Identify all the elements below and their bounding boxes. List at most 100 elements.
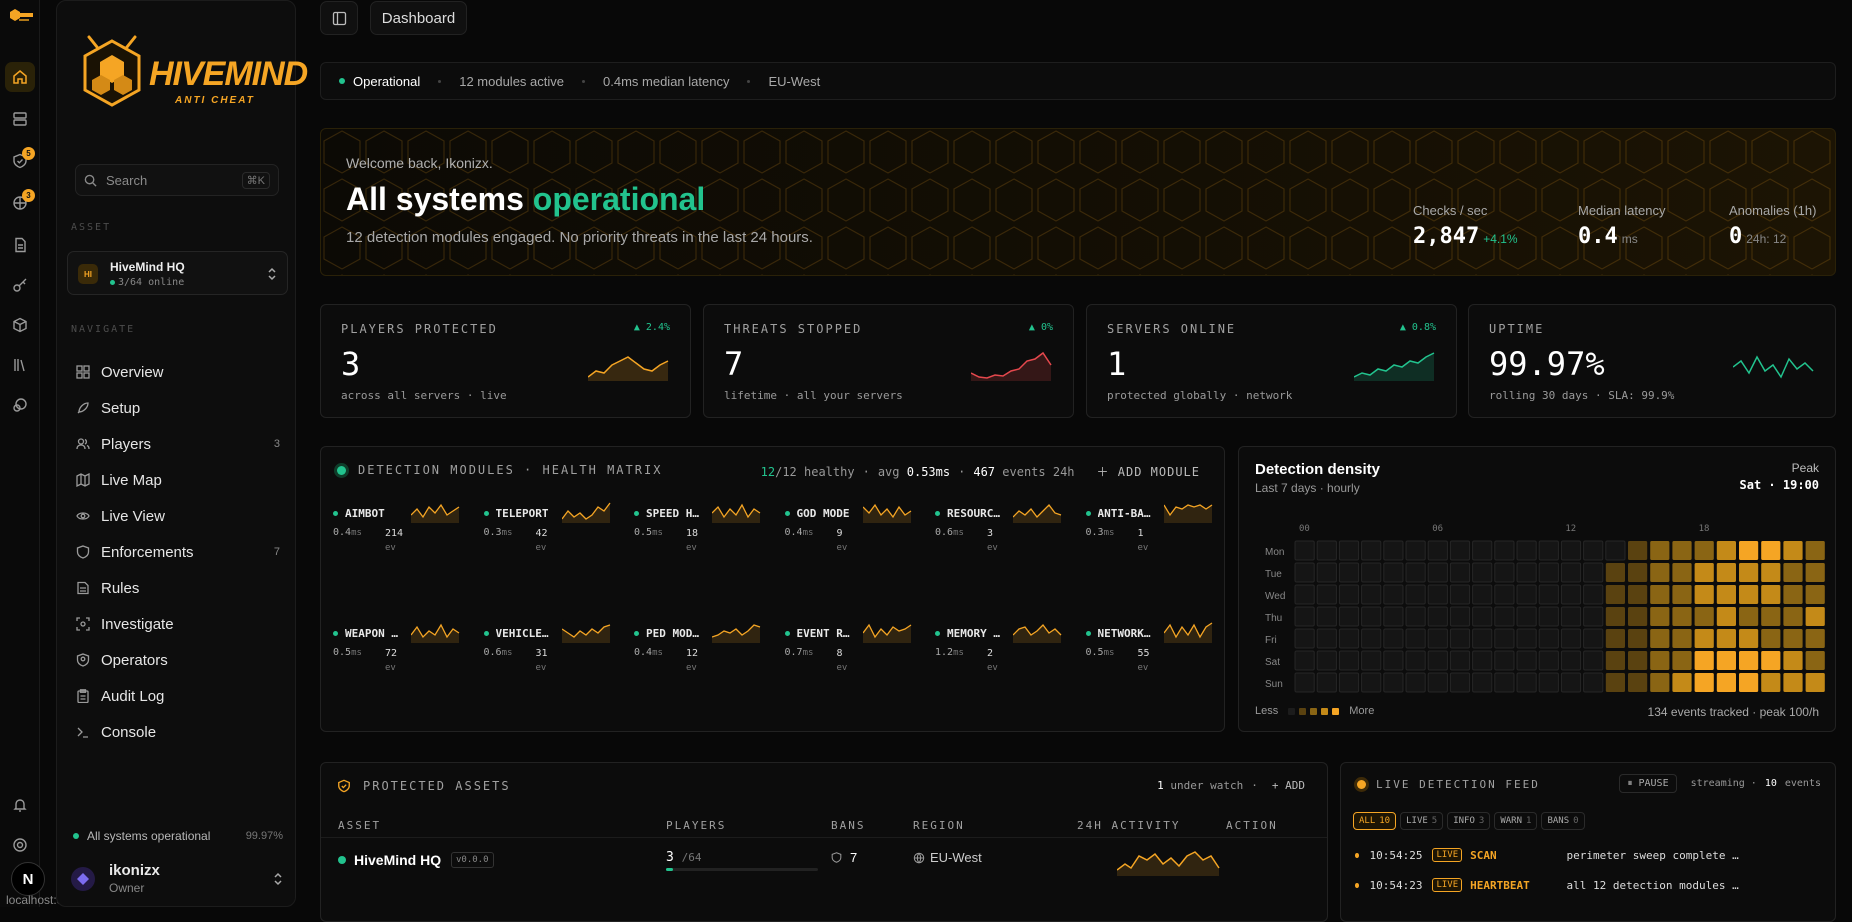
heatmap-cell[interactable] xyxy=(1516,628,1537,649)
rail-palette-button[interactable] xyxy=(5,390,35,420)
add-module-button[interactable]: ＋ ADD MODULE xyxy=(1097,463,1200,480)
heatmap-cell[interactable] xyxy=(1560,628,1582,649)
module-card[interactable]: NETWORK… 0.5ms 55 ev xyxy=(1085,622,1232,687)
heatmap-cell[interactable] xyxy=(1583,672,1604,693)
heatmap-cell[interactable] xyxy=(1650,629,1670,648)
heatmap-cell[interactable] xyxy=(1672,585,1692,604)
module-card[interactable]: TELEPORT 0.3ms 42 ev xyxy=(483,502,630,567)
heatmap-cell[interactable] xyxy=(1716,629,1736,648)
heatmap-cell[interactable] xyxy=(1628,585,1648,604)
module-card[interactable]: AIMBOT 0.4ms 214 ev xyxy=(333,503,479,567)
module-card[interactable]: RESOURC… 0.6ms 3 ev xyxy=(935,504,1081,567)
heatmap-cell[interactable] xyxy=(1494,650,1515,671)
heatmap-cell[interactable] xyxy=(1338,584,1360,605)
heatmap-cell[interactable] xyxy=(1338,628,1360,649)
heatmap-cell[interactable] xyxy=(1538,540,1559,561)
heatmap-cell[interactable] xyxy=(1694,607,1714,626)
heatmap-cell[interactable] xyxy=(1716,563,1736,582)
sidebar-item-audit-log[interactable]: Audit Log xyxy=(67,681,288,711)
heatmap-cell[interactable] xyxy=(1427,606,1448,627)
heatmap-cell[interactable] xyxy=(1294,672,1315,693)
heatmap-cell[interactable] xyxy=(1628,629,1648,648)
heatmap-cell[interactable] xyxy=(1583,606,1604,627)
heatmap-cell[interactable] xyxy=(1605,585,1625,604)
heatmap-cell[interactable] xyxy=(1449,628,1471,649)
heatmap-cell[interactable] xyxy=(1805,629,1825,648)
heatmap-cell[interactable] xyxy=(1583,540,1604,561)
heatmap-cell[interactable] xyxy=(1472,650,1493,671)
heatmap-cell[interactable] xyxy=(1516,672,1537,693)
heatmap-cell[interactable] xyxy=(1316,584,1337,605)
module-card[interactable]: PED MOD… 0.4ms 12 ev xyxy=(634,624,780,687)
feed-tab-live[interactable]: LIVE 5 xyxy=(1400,812,1444,830)
module-card[interactable]: ANTI-BA… 0.3ms 1 ev xyxy=(1085,504,1232,567)
heatmap-cell[interactable] xyxy=(1739,651,1759,670)
heatmap-cell[interactable] xyxy=(1316,540,1337,561)
rail-keys-button[interactable] xyxy=(5,270,35,300)
heatmap-cell[interactable] xyxy=(1538,584,1559,605)
heatmap-cell[interactable] xyxy=(1805,651,1825,670)
heatmap-cell[interactable] xyxy=(1316,650,1337,671)
heatmap-cell[interactable] xyxy=(1761,651,1781,670)
heatmap-cell[interactable] xyxy=(1405,606,1426,627)
heatmap-cell[interactable] xyxy=(1494,540,1515,561)
module-card[interactable]: EVENT R… 0.7ms 8 ev xyxy=(784,623,931,687)
heatmap-cell[interactable] xyxy=(1761,629,1781,648)
heatmap-cell[interactable] xyxy=(1449,584,1471,605)
heatmap-cell[interactable] xyxy=(1783,607,1803,626)
heatmap-cell[interactable] xyxy=(1628,563,1648,582)
heatmap-cell[interactable] xyxy=(1516,540,1537,561)
sidebar-item-players[interactable]: Players 3 xyxy=(67,429,288,459)
heatmap-cell[interactable] xyxy=(1449,562,1471,583)
sidebar-item-live-map[interactable]: Live Map xyxy=(67,465,288,495)
user-menu[interactable]: ikonizx Owner xyxy=(71,859,285,899)
workspace-avatar[interactable]: N xyxy=(11,862,45,896)
heatmap-cell[interactable] xyxy=(1761,541,1781,560)
heatmap-cell[interactable] xyxy=(1716,673,1736,692)
heatmap-cell[interactable] xyxy=(1472,540,1493,561)
heatmap-cell[interactable] xyxy=(1449,672,1471,693)
heatmap-cell[interactable] xyxy=(1761,673,1781,692)
heatmap-cell[interactable] xyxy=(1739,673,1759,692)
rail-shield-button[interactable]: 5 xyxy=(5,146,35,176)
heatmap-cell[interactable] xyxy=(1405,628,1426,649)
rail-library-button[interactable] xyxy=(5,350,35,380)
heatmap-cell[interactable] xyxy=(1516,562,1537,583)
heatmap-cell[interactable] xyxy=(1716,651,1736,670)
sidebar-item-setup[interactable]: Setup xyxy=(67,393,288,423)
heatmap-cell[interactable] xyxy=(1761,607,1781,626)
heatmap-cell[interactable] xyxy=(1650,541,1670,560)
heatmap-cell[interactable] xyxy=(1605,607,1625,626)
heatmap-cell[interactable] xyxy=(1338,650,1360,671)
heatmap-cell[interactable] xyxy=(1472,562,1493,583)
heatmap-cell[interactable] xyxy=(1538,650,1559,671)
heatmap-cell[interactable] xyxy=(1494,584,1515,605)
heatmap-cell[interactable] xyxy=(1628,673,1648,692)
heatmap-cell[interactable] xyxy=(1605,563,1625,582)
rail-notifications-button[interactable] xyxy=(5,790,35,820)
sidebar-item-operators[interactable]: Operators xyxy=(67,645,288,675)
heatmap-cell[interactable] xyxy=(1739,541,1759,560)
heatmap-cell[interactable] xyxy=(1628,607,1648,626)
heatmap-cell[interactable] xyxy=(1560,650,1582,671)
feed-row[interactable]: 10:54:23 LIVE HEARTBEAT all 12 detection mo… xyxy=(1355,875,1745,895)
heatmap-cell[interactable] xyxy=(1294,562,1315,583)
heatmap-cell[interactable] xyxy=(1316,562,1337,583)
heatmap-cell[interactable] xyxy=(1427,540,1448,561)
feed-tab-info[interactable]: INFO 3 xyxy=(1447,812,1491,830)
sidebar-item-rules[interactable]: Rules xyxy=(67,573,288,603)
heatmap-cell[interactable] xyxy=(1294,540,1315,561)
heatmap-cell[interactable] xyxy=(1449,540,1471,561)
heatmap-cell[interactable] xyxy=(1383,650,1404,671)
heatmap-cell[interactable] xyxy=(1294,606,1315,627)
module-card[interactable]: VEHICLE… 0.6ms 31 ev xyxy=(483,624,630,687)
heatmap-cell[interactable] xyxy=(1628,651,1648,670)
heatmap-cell[interactable] xyxy=(1383,606,1404,627)
heatmap-cell[interactable] xyxy=(1672,629,1692,648)
heatmap-cell[interactable] xyxy=(1494,628,1515,649)
sidebar-item-live-view[interactable]: Live View xyxy=(67,501,288,531)
heatmap-cell[interactable] xyxy=(1694,673,1714,692)
heatmap-cell[interactable] xyxy=(1361,540,1382,561)
module-card[interactable]: SPEED H… 0.5ms 18 ev xyxy=(634,503,780,567)
heatmap-cell[interactable] xyxy=(1805,585,1825,604)
